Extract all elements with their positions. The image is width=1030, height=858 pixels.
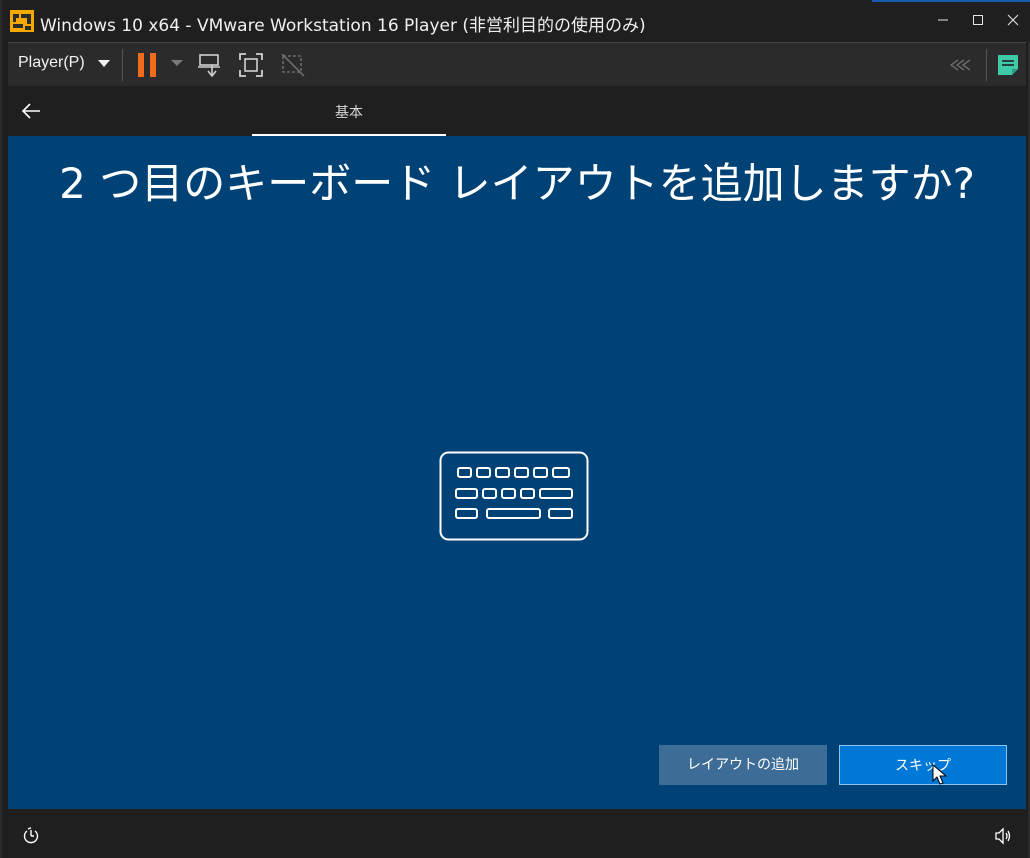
toolbar-divider (122, 49, 123, 81)
toolbar: Player(P) (8, 42, 1026, 86)
volume-icon[interactable] (994, 827, 1012, 845)
vmware-icon (10, 10, 34, 32)
oobe-footer (8, 809, 1026, 858)
vmware-window: Windows 10 x64 - VMware Workstation 16 P… (0, 0, 1030, 858)
note-icon[interactable] (994, 51, 1022, 79)
minimize-icon[interactable] (928, 8, 958, 34)
send-ctrl-alt-del-icon[interactable] (196, 51, 224, 79)
pause-icon[interactable] (138, 53, 158, 77)
tab-basic: 基本 (335, 105, 363, 121)
unity-icon (281, 53, 305, 77)
close-icon[interactable] (998, 8, 1028, 34)
player-menu[interactable]: Player(P) (18, 54, 85, 72)
title-bar: Windows 10 x64 - VMware Workstation 16 P… (2, 0, 1030, 42)
oobe-header: 基本 (8, 86, 1026, 136)
back-arrow-icon[interactable] (20, 100, 42, 122)
page-title: 2 つ目のキーボード レイアウトを追加しますか? (59, 159, 975, 208)
toolbar-divider (986, 49, 987, 81)
add-layout-button[interactable]: レイアウトの追加 (659, 745, 827, 785)
chevron-down-icon[interactable] (98, 60, 110, 67)
accessibility-icon[interactable] (22, 827, 40, 845)
mouse-cursor-icon (932, 764, 948, 785)
maximize-icon[interactable] (963, 8, 993, 34)
fullscreen-icon[interactable] (237, 51, 265, 79)
window-title: Windows 10 x64 - VMware Workstation 16 P… (40, 16, 646, 36)
oobe-content: 2 つ目のキーボード レイアウトを追加しますか? レイアウトの追加 スキップ (8, 136, 1026, 809)
taskbar-accent (872, 0, 1030, 2)
skip-button[interactable]: スキップ (839, 745, 1007, 785)
collapse-icon[interactable] (944, 51, 972, 79)
chevron-down-icon[interactable] (171, 60, 183, 66)
keyboard-icon (439, 451, 589, 541)
